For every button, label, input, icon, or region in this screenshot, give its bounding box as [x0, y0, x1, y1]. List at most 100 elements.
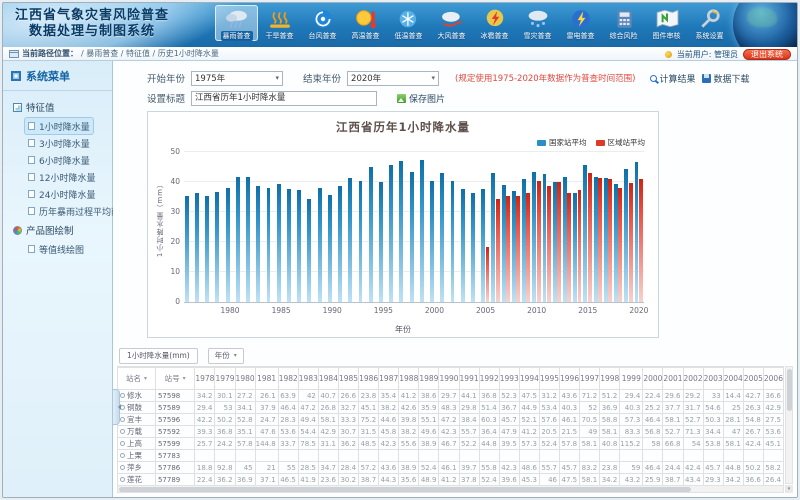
radio-icon[interactable]	[120, 417, 125, 422]
chart-title-input[interactable]: 江西省历年1小时降水量	[191, 91, 377, 106]
toolbar-item-review[interactable]: 图件审核	[645, 5, 688, 41]
toolbar-item-settings[interactable]: 系统设置	[688, 5, 731, 41]
save-image-button[interactable]: 保存图片	[397, 92, 445, 105]
toolbar-item-wind[interactable]: 大风普查	[430, 5, 473, 41]
toolbar-item-cold[interactable]: 低温普查	[387, 5, 430, 41]
legend-item[interactable]: 区域站平均	[596, 137, 646, 148]
bar-national-1989	[318, 188, 322, 302]
toolbar-item-snow[interactable]: 雪灾普查	[516, 5, 559, 41]
value-cell: 36.8	[215, 426, 235, 438]
column-header-station-id[interactable]: 站号▾	[155, 368, 194, 390]
station-name-cell[interactable]: 上栗	[118, 450, 156, 462]
sidebar-collapse-handle[interactable]	[113, 389, 120, 425]
station-name-cell[interactable]: 上高	[118, 438, 156, 450]
value-cell: 45.7	[560, 462, 580, 474]
value-cell: 29.4	[620, 390, 643, 402]
column-header-year-1988: 1988	[399, 368, 419, 390]
sidebar-item-12小时降水量[interactable]: 12小时降水量	[25, 169, 98, 185]
value-cell: 53.6	[763, 426, 783, 438]
station-name-cell[interactable]: 万载	[118, 426, 156, 438]
value-cell: 115.2	[620, 438, 643, 450]
table-vertical-scrollbar[interactable]	[785, 366, 793, 484]
value-cell: 57.2	[359, 462, 379, 474]
logout-button[interactable]: 退出系统	[743, 49, 791, 60]
breadcrumb[interactable]: / 暴雨普查 / 特征值 / 历史1小时降水量	[81, 48, 219, 59]
value-cell	[399, 450, 419, 462]
bar-national-1987	[297, 190, 301, 302]
chevron-down-icon: ▾	[276, 74, 280, 82]
sidebar-item-1小时降水量[interactable]: 1小时降水量	[25, 118, 93, 134]
toolbar-item-typhoon[interactable]: 台风普查	[301, 5, 344, 41]
unit-button[interactable]: 1小时降水量(mm)	[119, 348, 198, 364]
radio-icon[interactable]	[120, 441, 125, 446]
value-cell: 55.7	[459, 426, 479, 438]
bar-slot-2002	[450, 152, 460, 302]
scroll-down-button[interactable]: ▾	[785, 485, 793, 493]
toolbar-item-lightning[interactable]: 雷电普查	[559, 5, 602, 41]
station-name-cell[interactable]: 宜丰	[118, 414, 156, 426]
scrollbar-thumb[interactable]	[119, 487, 691, 493]
radio-icon[interactable]	[120, 453, 125, 458]
value-cell: 35.9	[419, 402, 439, 414]
start-year-value: 1975年	[195, 72, 225, 84]
radio-icon[interactable]	[120, 429, 125, 434]
value-cell: 26.7	[743, 426, 763, 438]
value-cell: 34.7	[318, 462, 338, 474]
toolbar-item-drought[interactable]: 干旱普查	[258, 5, 301, 41]
value-cell: 26.1	[255, 390, 278, 402]
column-header-label: 站号	[165, 373, 180, 384]
toolbar: 暴雨普查干旱普查台风普查高温普查低温普查大风普查冰雹普查雪灾普查雷电普查综合风险…	[215, 5, 731, 41]
sidebar-item-等值线绘图[interactable]: 等值线绘图	[25, 241, 87, 257]
value-cell: 24.7	[255, 414, 278, 426]
calculate-button[interactable]: 计算结果	[650, 72, 696, 85]
station-name-cell[interactable]: 萍乡	[118, 462, 156, 474]
station-name-cell[interactable]: 修水	[118, 390, 156, 402]
radio-icon[interactable]	[120, 393, 125, 398]
tree-group-1[interactable]: 产品图绘制	[3, 220, 112, 240]
value-cell: 36.6	[763, 390, 783, 402]
value-cell: 47.5	[560, 474, 580, 486]
sidebar-tree: 特征值1小时降水量3小时降水量6小时降水量12小时降水量24小时降水量历年暴雨过…	[3, 91, 112, 257]
toolbar-item-hail[interactable]: 冰雹普查	[473, 5, 516, 41]
start-year-select[interactable]: 1975年 ▾	[191, 71, 283, 86]
station-name-cell[interactable]: 莲花	[118, 474, 156, 486]
toolbar-item-risk[interactable]: 综合风险	[602, 5, 645, 41]
value-cell	[560, 450, 580, 462]
value-cell	[379, 450, 399, 462]
value-cell: 52.3	[499, 390, 519, 402]
toolbar-item-rainstorm[interactable]: 暴雨普查	[215, 5, 258, 41]
radio-icon[interactable]	[120, 477, 125, 482]
legend-item[interactable]: 国家站平均	[537, 137, 587, 148]
value-cell	[620, 450, 643, 462]
tree-group-0[interactable]: 特征值	[3, 97, 112, 117]
value-cell	[683, 450, 703, 462]
sidebar-item-3小时降水量[interactable]: 3小时降水量	[25, 135, 93, 151]
end-year-select[interactable]: 2020年▾	[347, 71, 439, 86]
value-cell: 58.8	[600, 414, 620, 426]
column-header-station[interactable]: 站名▾	[118, 368, 156, 390]
table-row-铜鼓: 铜鼓5758929.45334.137.946.447.226.832.745.…	[118, 402, 784, 414]
radio-icon[interactable]	[120, 465, 125, 470]
station-name-cell[interactable]: 铜鼓	[118, 402, 156, 414]
download-button[interactable]: 数据下载	[702, 72, 750, 85]
sidebar-item-6小时降水量[interactable]: 6小时降水量	[25, 152, 93, 168]
value-cell: 57.6	[539, 414, 559, 426]
value-cell: 33	[703, 390, 723, 402]
value-cell	[439, 450, 459, 462]
bar-slot-1990	[327, 152, 337, 302]
toolbar-item-heat[interactable]: 高温普查	[344, 5, 387, 41]
value-cell	[643, 450, 663, 462]
station-id-cell: 57592	[155, 426, 194, 438]
station-id-cell: 57596	[155, 414, 194, 426]
sidebar-item-24小时降水量[interactable]: 24小时降水量	[25, 186, 98, 202]
scrollbar-thumb[interactable]	[787, 369, 793, 411]
table-row-莲花: 莲花5778922.436.236.937.146.541.923.630.23…	[118, 474, 784, 486]
radio-icon[interactable]	[120, 405, 125, 410]
column-header-year-1980: 1980	[235, 368, 255, 390]
range-note: (规定使用1975-2020年数据作为普查时间范围)	[455, 72, 635, 84]
y-tick-label: 30	[154, 207, 180, 216]
year-filter-select[interactable]: 年份 ▾	[208, 348, 244, 364]
tree-group-label: 特征值	[26, 100, 55, 114]
table-horizontal-scrollbar[interactable]	[117, 485, 784, 493]
station-id-cell: 57789	[155, 474, 194, 486]
